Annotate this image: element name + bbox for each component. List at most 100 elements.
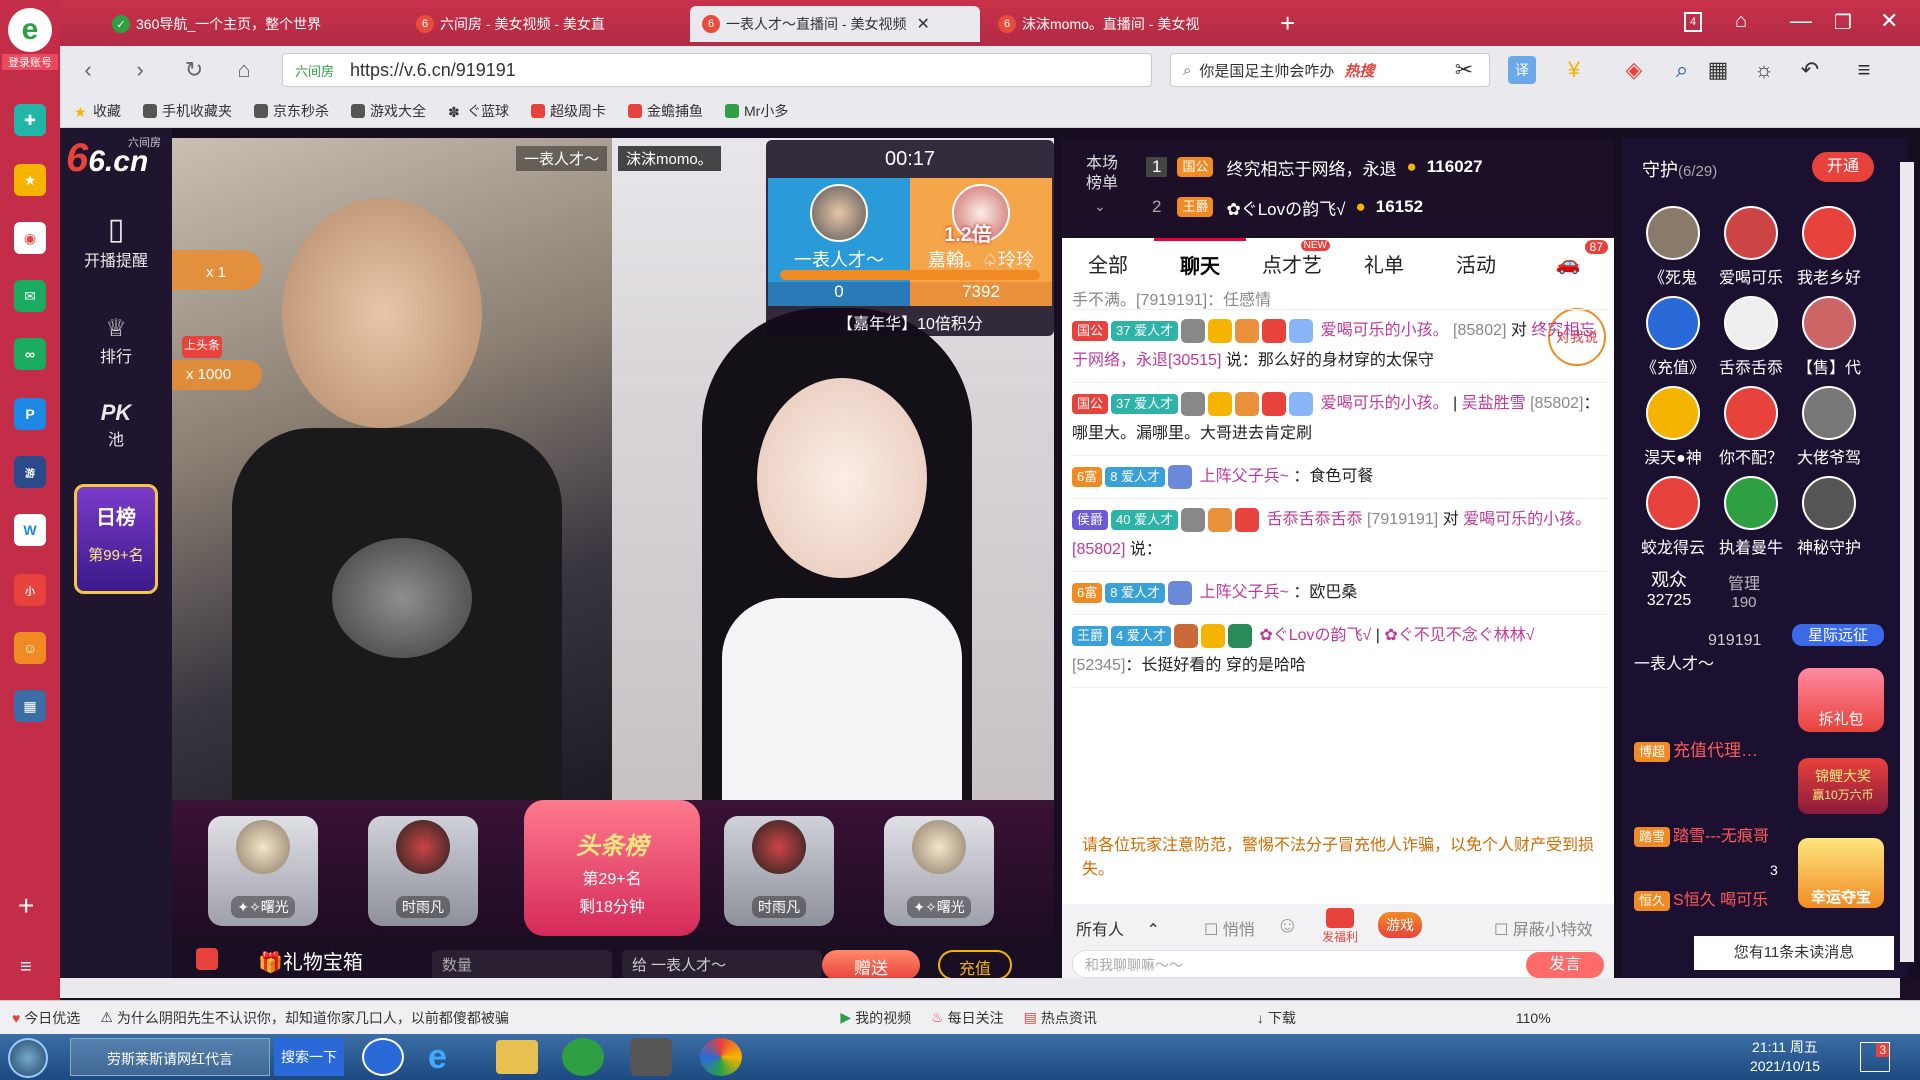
bookmark-item[interactable]: ★ 收藏 (74, 101, 121, 121)
tab-all[interactable]: 全部 (1062, 238, 1154, 288)
chevron-down-icon[interactable]: ⌄ (1094, 198, 1106, 215)
ie-icon[interactable]: e (428, 1038, 470, 1076)
guard-member[interactable]: 我老乡好 (1794, 206, 1864, 288)
guard-member[interactable]: 【售】代 (1794, 296, 1864, 378)
headline-rank-card[interactable]: 头条榜 第29+名 剩18分钟 (524, 800, 700, 936)
coupon-icon[interactable]: ¥ (1560, 56, 1588, 84)
quantity-input[interactable]: 数量 (432, 950, 612, 980)
rank-row[interactable]: 1 国公 终究相忘于网络，永退 ● 116027 (1146, 152, 1606, 182)
search-tool-icon[interactable]: ⌕ (1668, 56, 1696, 84)
doc-icon[interactable]: W (14, 514, 46, 546)
chat-username[interactable]: ✿ぐLovの韵飞√ (1259, 627, 1371, 644)
horizontal-scrollbar[interactable] (60, 978, 1900, 998)
notification-icon[interactable]: 3 (1860, 1042, 1890, 1072)
koi-prize-button[interactable]: 锦鲤大奖 赢10万六币 (1798, 758, 1888, 814)
search-box[interactable]: ⌕ 你是国足主帅会咋办 热搜 (1170, 53, 1490, 87)
close-window-icon[interactable]: ✕ (1880, 8, 1898, 34)
bookmark-item[interactable]: 手机收藏夹 (143, 101, 232, 121)
sidebar-item-rank[interactable]: ♕ 排行 (60, 314, 172, 367)
grid-icon[interactable]: ▦ (1704, 56, 1732, 84)
360-browser-icon[interactable] (562, 1038, 604, 1076)
admin-tab[interactable]: 管理 190 (1714, 570, 1774, 611)
folder-icon[interactable] (496, 1040, 538, 1074)
status-item[interactable]: ♥ 今日优选 (12, 1008, 80, 1028)
bookmark-item[interactable]: Mr小多 (725, 101, 788, 121)
page-scrollbar[interactable] (1900, 162, 1914, 962)
menu-icon[interactable]: ≡ (20, 956, 32, 979)
clock[interactable]: 21:11 周五 2021/10/15 (1740, 1038, 1830, 1076)
map-app-icon[interactable]: ▦ (14, 690, 46, 722)
favorites-star-icon[interactable]: ★ (14, 164, 46, 196)
chat-username[interactable]: 上阵父子兵~ (1200, 468, 1289, 485)
seat[interactable]: 时雨凡 (368, 816, 478, 926)
translate-icon[interactable]: 译 (1508, 56, 1536, 84)
bookmark-item[interactable]: 金蟾捕鱼 (628, 101, 703, 121)
login-label[interactable]: 登录账号 (2, 54, 58, 70)
chrome-icon[interactable] (700, 1038, 742, 1076)
audience-tab[interactable]: 观众 32725 (1634, 566, 1704, 610)
gift-small-icon[interactable] (196, 948, 218, 970)
status-item[interactable]: ▶ 我的视频 (840, 1008, 911, 1028)
send-gift-button[interactable]: 赠送 (822, 950, 920, 980)
game-avatar-icon[interactable]: ☺ (14, 632, 46, 664)
open-guard-button[interactable]: 开通 (1812, 152, 1874, 182)
back-icon[interactable]: ‹ (74, 56, 102, 84)
cloud-icon[interactable]: ∞ (14, 338, 46, 370)
send-message-button[interactable]: 发言 (1526, 952, 1604, 978)
seat[interactable]: 时雨凡 (724, 816, 834, 926)
refresh-icon[interactable]: ↻ (180, 56, 208, 84)
weibo-icon[interactable]: ◉ (14, 222, 46, 254)
sidebar-item-remind[interactable]: ▯ 开播提醒 (60, 212, 172, 271)
scissors-icon[interactable]: ✂ (1450, 56, 1478, 84)
guard-member[interactable]: 淏天●神 (1638, 386, 1708, 468)
browser-tab[interactable]: ✓ 360导航_一个主页，整个世界 (100, 6, 400, 42)
tab-car[interactable]: 🚗 87 (1522, 238, 1614, 288)
guard-member[interactable]: 执着曼牛 (1716, 476, 1786, 558)
target-select[interactable]: 所有人 ⌃ (1070, 910, 1180, 940)
bookmark-item[interactable]: ✽ ぐ蓝球 (448, 101, 509, 121)
skin-icon[interactable]: ⌂ (1735, 10, 1747, 33)
viewer-row[interactable]: 恒久 S恒久 喝可乐 (1634, 886, 1800, 911)
tab-close-icon[interactable]: ✕ (916, 14, 929, 34)
browser-tab-active[interactable]: 6 一表人才～直播间 - 美女视频 ✕ (690, 6, 980, 42)
bookmark-item[interactable]: 游戏大全 (351, 101, 426, 121)
restore-icon[interactable]: ❐ (1834, 10, 1852, 35)
viewer-row[interactable]: 博超 充值代理… (1634, 736, 1794, 762)
gamepad-icon[interactable]: ◈ (1620, 56, 1648, 84)
minimize-icon[interactable]: — (1790, 8, 1812, 34)
status-item[interactable]: ♨ 每日关注 (931, 1008, 1004, 1028)
guard-member[interactable]: 爱喝可乐 (1716, 206, 1786, 288)
bookmark-item[interactable]: 超级周卡 (531, 101, 606, 121)
browser-tab[interactable]: 6 六间房 - 美女视频 - 美女直 (404, 6, 684, 42)
unpack-gift-button[interactable]: 拆礼包 (1798, 668, 1884, 732)
guard-member[interactable]: 蛟龙得云 (1638, 476, 1708, 558)
guard-member[interactable]: 《充值》 (1638, 296, 1708, 378)
brightness-icon[interactable]: ☼ (1750, 56, 1778, 84)
tab-activity[interactable]: 活动 (1430, 238, 1522, 288)
status-news[interactable]: ⚠ 为什么阴阳先生不认识你，却知道你家几口人，以前都傻都被骗 (100, 1008, 660, 1028)
sidebar-app-icon[interactable]: ✚ (14, 104, 46, 136)
guard-member[interactable]: 舌忝舌忝 (1716, 296, 1786, 378)
recharge-button[interactable]: 充值 (938, 950, 1012, 980)
browser-tab[interactable]: 6 沫沫momo。直播间 - 美女视 (986, 6, 1256, 42)
tab-chat[interactable]: 聊天 (1154, 238, 1246, 288)
game-button[interactable]: 游戏 (1378, 912, 1422, 938)
unread-messages-banner[interactable]: 您有11条未读消息 (1694, 936, 1894, 970)
tab-count-icon[interactable]: 4 (1684, 12, 1702, 32)
seat[interactable]: ✦✧曙光 (208, 816, 318, 926)
shield-fx-checkbox[interactable]: ☐ 屏蔽小特效 (1494, 916, 1593, 940)
undo-icon[interactable]: ↶ (1796, 56, 1824, 84)
guard-member[interactable]: 《死鬼 (1638, 206, 1708, 288)
menu-lines-icon[interactable]: ≡ (1850, 56, 1878, 84)
chat-input[interactable]: 和我聊聊嘛～～ (1072, 950, 1602, 978)
emoji-icon[interactable]: ☺ (1276, 912, 1298, 938)
home-icon[interactable]: ⌂ (230, 56, 258, 84)
rank-row[interactable]: 2 王爵 ✿ぐLovの韵飞√ ● 16152 (1146, 192, 1606, 222)
guard-member[interactable]: 大佬爷驾 (1794, 386, 1864, 468)
k-app-icon[interactable] (362, 1038, 404, 1076)
tab-gifts[interactable]: 礼单 (1338, 238, 1430, 288)
viewer-row[interactable]: 踏雪 踏雪---无痕哥 (1634, 822, 1800, 847)
gift-box-label[interactable]: 🎁礼物宝箱 (258, 946, 363, 975)
app-icon[interactable] (630, 1038, 672, 1076)
forward-icon[interactable]: › (126, 56, 154, 84)
